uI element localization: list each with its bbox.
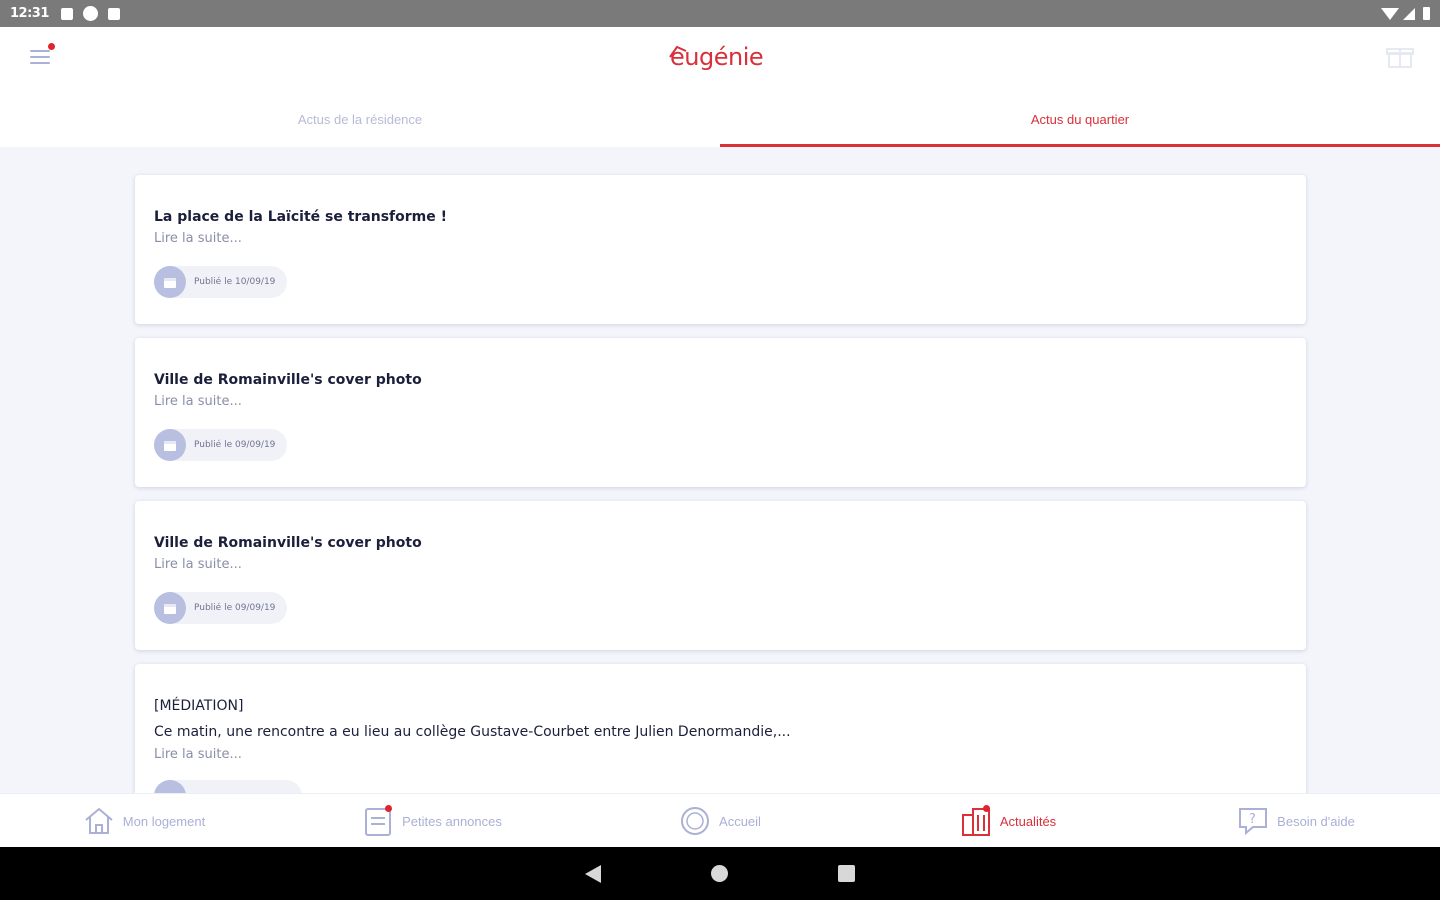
news-card[interactable]: La place de la Laïcité se transforme ! L… [135,175,1306,324]
menu-icon-line [30,56,50,58]
nav-label: Actualités [999,813,1057,829]
news-card[interactable]: Ville de Romainville's cover photo Lire … [135,338,1306,487]
recent-apps-button[interactable] [838,865,855,882]
nav-label: Mon logement [122,813,206,829]
buildings-icon [960,805,992,837]
nav-news[interactable]: Actualités [864,794,1152,848]
nav-label: Besoin d'aide [1277,813,1355,829]
nav-classifieds[interactable]: Petites annonces [288,794,576,848]
bottom-navigation: Mon logement Petites annonces Accueil Ac… [0,793,1440,847]
app-header: eugénie [0,27,1440,91]
card-title: La place de la Laïcité se transforme ! [154,209,448,225]
published-date: Publié le 09/09/19 [194,603,276,613]
news-badge [982,805,990,812]
battery-icon [1423,7,1430,20]
back-button[interactable] [585,864,601,883]
home-button[interactable] [711,865,728,882]
system-navigation-bar [0,847,1440,900]
card-title: Ville de Romainville's cover photo [154,372,422,388]
eugenie-logo: eugénie [660,39,780,79]
wifi-icon [1381,7,1399,20]
notes-icon [362,805,394,837]
signal-icon [1403,7,1415,20]
circle-icon [679,805,711,837]
published-chip: Publié le 10/09/19 [154,266,288,298]
sd-card-icon [107,7,120,20]
nav-label: Petites annonces [402,813,502,829]
news-card[interactable]: Ville de Romainville's cover photo Lire … [135,501,1306,650]
nav-label: Accueil [719,813,761,829]
svg-text:?: ? [1249,812,1256,827]
published-chip: Publié le 09/09/19 [154,592,288,624]
nav-help[interactable]: ? Besoin d'aide [1152,794,1440,848]
logo-text: eugénie [670,43,764,71]
published-date: Publié le 10/09/19 [194,277,276,287]
card-body: Ce matin, une rencontre a eu lieu au col… [154,724,791,740]
published-chip [154,780,302,793]
read-more-link[interactable]: Lire la suite... [154,747,242,762]
home-icon [83,805,115,837]
gift-icon [1386,48,1414,68]
tab-residence-news[interactable]: Actus de la résidence [0,91,720,147]
tab-label: Actus de la résidence [297,111,423,127]
news-tabs: Actus de la résidence Actus du quartier [0,91,1440,147]
status-time: 12:31 [10,6,49,21]
menu-button[interactable] [28,43,56,71]
published-chip: Publié le 09/09/19 [154,429,288,461]
gift-button[interactable] [1386,43,1414,71]
news-card[interactable]: [MÉDIATION] Ce matin, une rencontre a eu… [135,664,1306,793]
nav-my-home[interactable]: Mon logement [0,794,288,848]
app-notification-icon [82,6,98,21]
card-title: [MÉDIATION] [154,698,244,714]
calendar-icon [154,592,186,624]
tab-label: Actus du quartier [1030,111,1130,127]
calendar-icon [154,266,186,298]
calendar-icon [154,429,186,461]
read-more-link[interactable]: Lire la suite... [154,231,242,246]
card-title: Ville de Romainville's cover photo [154,535,422,551]
calendar-icon [154,780,186,793]
notification-icon [60,7,73,20]
read-more-link[interactable]: Lire la suite... [154,557,242,572]
read-more-link[interactable]: Lire la suite... [154,394,242,409]
help-chat-icon: ? [1237,805,1269,837]
news-feed[interactable]: La place de la Laïcité se transforme ! L… [0,147,1440,793]
menu-icon [30,50,50,52]
nav-home[interactable]: Accueil [576,794,864,848]
status-bar: 12:31 [0,0,1440,27]
tab-neighborhood-news[interactable]: Actus du quartier [720,91,1440,147]
menu-icon-line [30,62,50,64]
status-indicators [1381,7,1430,20]
menu-notification-dot [48,43,55,50]
published-date: Publié le 09/09/19 [194,440,276,450]
